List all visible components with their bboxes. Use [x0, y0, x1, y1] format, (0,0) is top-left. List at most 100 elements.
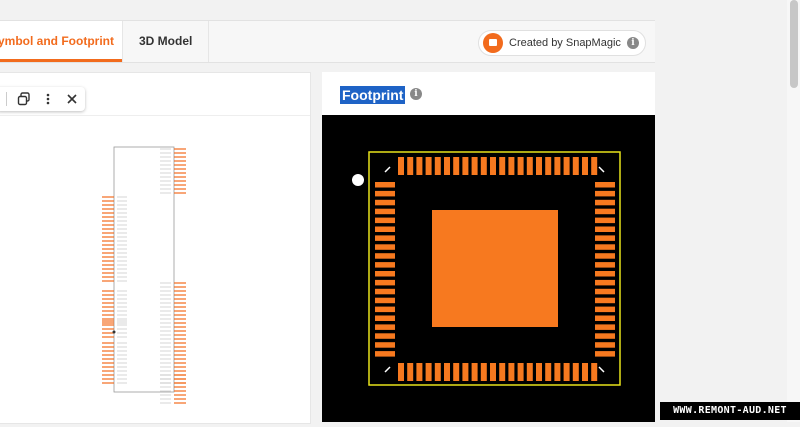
pad-right	[595, 235, 615, 241]
pad-left	[375, 226, 395, 232]
pad-left	[375, 342, 395, 348]
pad-left	[375, 262, 395, 268]
pad-bottom	[480, 363, 487, 381]
pad-left	[375, 235, 395, 241]
pad-top	[434, 157, 441, 175]
pad-top	[462, 157, 469, 175]
created-by-snapmagic-badge[interactable]: Created by SnapMagic i	[478, 30, 646, 56]
pad-bottom	[526, 363, 533, 381]
watermark: WWW.REMONT-AUD.NET	[660, 402, 800, 420]
pad-right	[595, 271, 615, 277]
pad-top	[572, 157, 579, 175]
pad-bottom	[398, 363, 404, 381]
pad-top	[554, 157, 561, 175]
pad-bottom	[434, 363, 441, 381]
pad-top	[545, 157, 552, 175]
pad-left	[375, 271, 395, 277]
corner-mark	[384, 166, 391, 173]
pad-top	[591, 157, 598, 175]
toolbar-separator	[6, 92, 7, 106]
pad-bottom	[490, 363, 496, 381]
pad-right	[595, 333, 615, 339]
pad-top	[490, 157, 496, 175]
pad-left	[375, 182, 395, 188]
pad-left	[375, 306, 395, 313]
more-vertical-icon[interactable]	[41, 92, 55, 106]
pad-bottom	[536, 363, 542, 381]
pad-bottom	[563, 363, 570, 381]
pad-right	[595, 217, 615, 224]
tab-bar: Symbol and Footprint 3D Model Created by…	[0, 20, 655, 63]
corner-mark	[384, 366, 391, 373]
pad-right	[595, 199, 615, 206]
pad-left	[375, 279, 395, 286]
pad-top	[563, 157, 570, 175]
corner-mark	[598, 366, 605, 373]
pad-right	[595, 288, 615, 295]
info-icon[interactable]: i	[626, 37, 639, 49]
pad-right	[595, 244, 615, 250]
pad-right	[595, 262, 615, 268]
pad-top	[499, 157, 506, 175]
scrollbar-thumb[interactable]	[790, 0, 798, 88]
pad-left	[375, 208, 395, 215]
pad-bottom	[471, 363, 478, 381]
pad-right	[595, 297, 615, 304]
pad-top	[398, 157, 404, 175]
pad-left	[375, 351, 395, 357]
schematic-symbol	[102, 146, 186, 404]
pad-bottom	[591, 363, 598, 381]
symbol-toolbar	[0, 87, 85, 111]
pad-bottom	[582, 363, 588, 381]
tab-3d-model[interactable]: 3D Model	[122, 21, 210, 62]
pad-left	[375, 333, 395, 339]
tab-symbol-and-footprint-label: Symbol and Footprint	[0, 34, 114, 48]
pad-left	[375, 324, 395, 330]
pad-bottom	[499, 363, 506, 381]
info-icon[interactable]: i	[410, 88, 422, 100]
footprint-canvas[interactable]	[322, 115, 655, 422]
copy-icon[interactable]	[17, 92, 31, 106]
footprint-title: Footprint	[340, 86, 406, 104]
thermal-pad	[432, 210, 558, 327]
pad-right	[595, 315, 615, 321]
symbol-panel	[0, 72, 311, 424]
pad-right	[595, 182, 615, 188]
pad-right	[595, 253, 615, 259]
pad-left	[375, 297, 395, 304]
pad-right	[595, 279, 615, 286]
pad-top	[480, 157, 487, 175]
pad-right	[595, 190, 615, 197]
pad-right	[595, 226, 615, 232]
pad-top	[536, 157, 542, 175]
footprint-drawing	[352, 151, 621, 386]
pad-bottom	[572, 363, 579, 381]
pad-top	[517, 157, 524, 175]
pad-bottom	[508, 363, 515, 381]
pad-top	[471, 157, 478, 175]
pad-left	[375, 288, 395, 295]
pad-top	[453, 157, 460, 175]
panel-divider	[0, 115, 310, 116]
pad-right	[595, 306, 615, 313]
pad-top	[508, 157, 515, 175]
pad-top	[526, 157, 533, 175]
snapmagic-logo-icon	[483, 33, 503, 53]
pad-bottom	[545, 363, 552, 381]
pad-left	[375, 217, 395, 224]
pad-right	[595, 342, 615, 348]
pad-bottom	[517, 363, 524, 381]
pad-bottom	[425, 363, 432, 381]
pad-bottom	[444, 363, 450, 381]
pad-top	[444, 157, 450, 175]
pin-dot	[112, 330, 116, 334]
pad-right	[595, 324, 615, 330]
pad-bottom	[462, 363, 469, 381]
tab-symbol-and-footprint[interactable]: Symbol and Footprint	[0, 21, 122, 62]
close-icon[interactable]	[65, 92, 79, 106]
pad-top	[425, 157, 432, 175]
pad-bottom	[554, 363, 561, 381]
pad-bottom	[416, 363, 423, 381]
pad-right	[595, 351, 615, 357]
pad-left	[375, 253, 395, 259]
